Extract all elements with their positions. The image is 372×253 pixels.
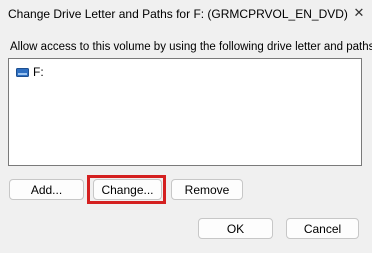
drive-icon <box>16 67 29 77</box>
ok-button[interactable]: OK <box>198 218 273 239</box>
remove-button[interactable]: Remove <box>171 179 243 200</box>
paths-listbox[interactable]: F: <box>8 58 362 166</box>
list-item-label: F: <box>33 65 44 79</box>
close-icon: ✕ <box>353 5 365 20</box>
add-button[interactable]: Add... <box>9 179 84 200</box>
change-button[interactable]: Change... <box>93 179 162 200</box>
window-title: Change Drive Letter and Paths for F: (GR… <box>8 7 348 21</box>
cancel-button[interactable]: Cancel <box>286 218 359 239</box>
list-item[interactable]: F: <box>16 64 44 80</box>
change-drive-letter-dialog: Change Drive Letter and Paths for F: (GR… <box>0 0 372 253</box>
close-button[interactable]: ✕ <box>350 4 368 22</box>
instruction-label: Allow access to this volume by using the… <box>10 41 372 53</box>
